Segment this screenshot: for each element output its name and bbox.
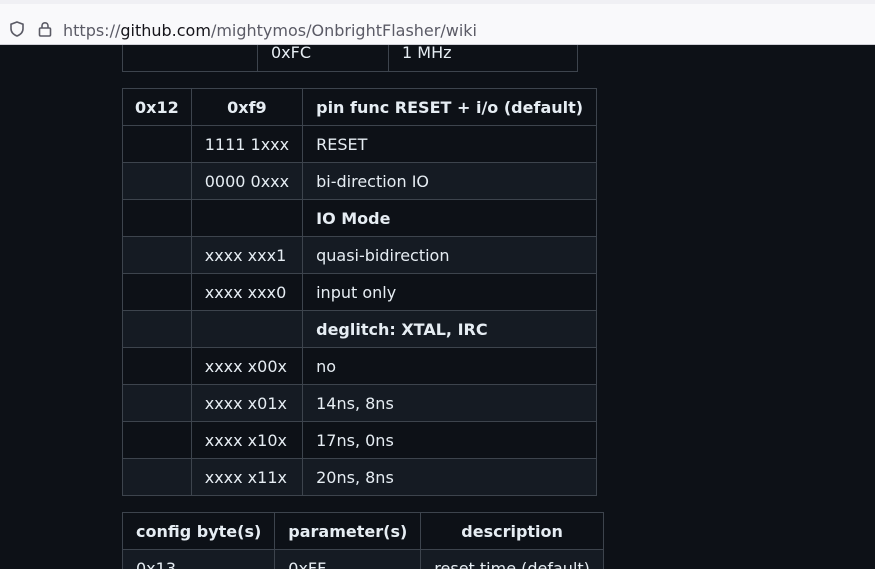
table-cell: 1 MHz	[388, 45, 578, 72]
table-cell	[122, 458, 192, 496]
table-row: 0000 0xxx bi-direction IO	[122, 162, 598, 200]
table-row: IO Mode	[122, 199, 598, 237]
table-row: xxxx x10x 17ns, 0ns	[122, 421, 598, 459]
table-cell	[122, 125, 192, 163]
table-row: xxxx x01x 14ns, 8ns	[122, 384, 598, 422]
table-cell	[122, 199, 192, 237]
url-path: /mightymos/OnbrightFlasher/wiki	[210, 21, 477, 40]
address-field[interactable]: https://github.com/mightymos/OnbrightFla…	[0, 6, 875, 44]
header-desc: pin func RESET + i/o (default)	[302, 88, 598, 126]
table-cell: IO Mode	[302, 199, 598, 237]
table-cell: 0xFC	[257, 45, 389, 72]
table-row: xxxx x11x 20ns, 8ns	[122, 458, 598, 496]
table-row: deglitch: XTAL, IRC	[122, 310, 598, 348]
table-cell: xxxx xxx0	[190, 273, 304, 311]
table-cell	[122, 162, 192, 200]
table-cell: 1111 1xxx	[190, 125, 304, 163]
table-cell: xxxx x01x	[190, 384, 304, 422]
config-table: config byte(s) parameter(s) description …	[121, 512, 604, 569]
table-row: xxxx xxx0 input only	[122, 273, 598, 311]
table-cell: 0x13	[121, 549, 276, 569]
table-cell	[122, 273, 192, 311]
table-cell: 0xFF	[274, 549, 422, 569]
shield-icon[interactable]	[8, 20, 26, 38]
table-cell: input only	[302, 273, 598, 311]
table-cell	[122, 347, 192, 385]
table-cell	[190, 310, 304, 348]
clock-table: 0xFC 1 MHz	[122, 45, 578, 72]
table-cell	[190, 199, 304, 237]
url-host: github.com	[120, 21, 211, 40]
table-row: xxxx x00x no	[122, 347, 598, 385]
table-header-row: 0x12 0xf9 pin func RESET + i/o (default)	[122, 88, 598, 126]
browser-url-bar: https://github.com/mightymos/OnbrightFla…	[0, 0, 875, 45]
table-cell: bi-direction IO	[302, 162, 598, 200]
lock-icon[interactable]	[36, 20, 54, 38]
header-parameter: parameter(s)	[274, 512, 422, 550]
table-row: 0x13 0xFF reset time (default)	[121, 549, 604, 569]
url-text[interactable]: https://github.com/mightymos/OnbrightFla…	[63, 21, 477, 41]
table-cell	[122, 236, 192, 274]
table-cell	[122, 384, 192, 422]
table-cell: reset time (default)	[420, 549, 604, 569]
table-cell: 20ns, 8ns	[302, 458, 598, 496]
table-row: 0xFC 1 MHz	[122, 45, 578, 72]
reset-pin-table: 0x12 0xf9 pin func RESET + i/o (default)…	[122, 88, 598, 496]
table-cell: 17ns, 0ns	[302, 421, 598, 459]
table-cell	[122, 421, 192, 459]
table-cell	[122, 45, 258, 72]
table-cell: RESET	[302, 125, 598, 163]
header-config-byte: config byte(s)	[121, 512, 276, 550]
table-row: 1111 1xxx RESET	[122, 125, 598, 163]
header-byte: 0x12	[122, 88, 192, 126]
header-description: description	[420, 512, 604, 550]
wiki-content: 0xFC 1 MHz 0x12 0xf9 pin func RESET + i/o…	[0, 45, 875, 569]
table-cell: xxxx x00x	[190, 347, 304, 385]
table-header-row: config byte(s) parameter(s) description	[121, 512, 604, 550]
table-cell: xxxx xxx1	[190, 236, 304, 274]
header-param: 0xf9	[190, 88, 304, 126]
table-cell: xxxx x11x	[190, 458, 304, 496]
table-cell: 0000 0xxx	[190, 162, 304, 200]
table-cell	[122, 310, 192, 348]
table-cell: deglitch: XTAL, IRC	[302, 310, 598, 348]
table-cell: no	[302, 347, 598, 385]
table-cell: xxxx x10x	[190, 421, 304, 459]
browser-tab-strip-edge	[0, 0, 875, 4]
url-prefix: https://	[63, 21, 121, 40]
table-cell: 14ns, 8ns	[302, 384, 598, 422]
table-row: xxxx xxx1 quasi-bidirection	[122, 236, 598, 274]
table-cell: quasi-bidirection	[302, 236, 598, 274]
